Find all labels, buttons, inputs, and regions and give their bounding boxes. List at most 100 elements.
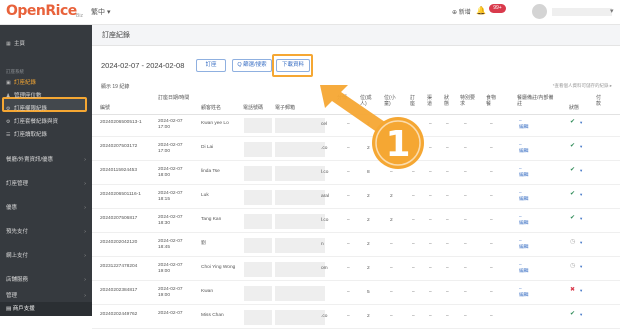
sidebar-group-services[interactable]: 店舗服務 › [0, 273, 92, 287]
status-icon[interactable]: ✔ [570, 166, 575, 173]
table-row[interactable]: 20240206500513-1 2024-02-07 17:00 Kwan yee… [92, 116, 620, 137]
chevron-right-icon: › [84, 277, 86, 283]
gear-icon: ⚙ [6, 106, 11, 112]
booking-datetime: 2024-02-07 [158, 311, 183, 316]
status-icon[interactable]: ✔ [570, 142, 575, 149]
table-row[interactable]: 20240202384817 2024-02-07 19:00 Kwan – 5 – – – –… [92, 284, 620, 305]
booking-cell: – [412, 242, 415, 247]
sidebar-group-prepay[interactable]: 預先支付 › [0, 225, 92, 239]
phone-redacted [244, 166, 272, 181]
status-dropdown-icon[interactable]: ▾ [580, 264, 582, 270]
booking-datetime: 2024-02-07 18:45 [158, 239, 183, 250]
email-redacted [275, 286, 325, 301]
email-redacted [275, 214, 325, 229]
booking-id[interactable]: 20240206500513-1 [100, 120, 142, 126]
booking-id[interactable]: 20240202449762 [100, 312, 137, 318]
booking-id[interactable]: 20240202042120 [100, 240, 137, 246]
booking-cell: – [412, 218, 415, 223]
table-row[interactable]: 20231227478204 2024-02-07 19:00 Choi Ying … [92, 260, 620, 281]
new-button[interactable]: ⊕ 新增 [452, 7, 471, 16]
sidebar-item-booking-records[interactable]: ▣ 訂座紀錄 [0, 76, 92, 90]
booking-id[interactable]: 20240207506817 [100, 216, 137, 222]
bell-icon[interactable]: 🔔 [476, 6, 486, 15]
sidebar-group-manage[interactable]: 管理 › [0, 289, 92, 303]
status-dropdown-icon[interactable]: ▾ [580, 168, 582, 174]
status-a-cell: – [446, 170, 449, 175]
sidebar-group-offers[interactable]: 優惠 › [0, 201, 92, 215]
booking-id[interactable]: 20240207503172 [100, 144, 137, 150]
booking-datetime: 2024-02-07 17:00 [158, 119, 183, 130]
remarks-edit-link[interactable]: – 編輯 [519, 263, 529, 275]
remarks-edit-link[interactable]: – 編輯 [519, 167, 529, 179]
booking-id[interactable]: 20240202384817 [100, 288, 137, 294]
th-food: 食物餐 [486, 95, 497, 107]
remarks-edit-link[interactable]: – 編輯 [519, 143, 529, 155]
booking-id[interactable]: 20231227478204 [100, 264, 137, 270]
sidebar-item-seats[interactable]: ♟ 管理座位數 [0, 89, 92, 103]
remarks-edit-link[interactable]: – 編輯 [519, 215, 529, 227]
branch-cell: – [347, 314, 350, 319]
channel-cell: – [429, 146, 432, 151]
th-id[interactable]: 編號 [100, 105, 110, 111]
status-a-cell: – [446, 266, 449, 271]
chevron-right-icon: › [84, 205, 86, 211]
sidebar-item-read-records[interactable]: ☰ 訂座讀取紀錄 [0, 128, 92, 142]
status-icon[interactable]: ✔ [570, 190, 575, 197]
status-icon[interactable]: ✔ [570, 118, 575, 125]
table-row[interactable]: 20240202449762 2024-02-07 Miss Chan .co – 2 – –… [92, 308, 620, 329]
table-row[interactable]: 20240206501116-1 2024-02-07 18:15 Luk aral –… [92, 188, 620, 209]
remarks-edit-link[interactable]: – 編輯 [519, 191, 529, 203]
th-phone: 電話號碼 [243, 105, 264, 111]
branch-cell: – [347, 146, 350, 151]
avatar[interactable] [532, 4, 547, 19]
table-row[interactable]: 20240207503172 2024-02-07 17:00 Di Lai .co –… [92, 140, 620, 161]
table-row[interactable]: 20240202042120 2024-02-07 18:45 劉 n – 2 – – – – – –… [92, 236, 620, 257]
status-dropdown-icon[interactable]: ▾ [580, 192, 582, 198]
table-row[interactable]: 20240207506817 2024-02-07 18:30 Tang Kan l.… [92, 212, 620, 233]
email-redacted [275, 262, 325, 277]
status-dropdown-icon[interactable]: ▾ [580, 216, 582, 222]
status-icon[interactable]: ◷ [570, 238, 575, 245]
openrice-logo[interactable]: OpenRice [6, 3, 77, 19]
th-status: 狀態 [569, 105, 580, 111]
status-a-cell: – [446, 122, 449, 127]
children-count: – [390, 242, 393, 247]
language-select[interactable]: 繁中 ▾ [91, 7, 110, 17]
remarks-edit-link[interactable]: – 編輯 [519, 119, 529, 131]
filter-search-button[interactable]: Q 篩選/搜索 [232, 59, 272, 72]
status-dropdown-icon[interactable]: ▾ [580, 240, 582, 246]
branch-cell: – [347, 170, 350, 175]
status-icon[interactable]: ◷ [570, 262, 575, 269]
booking-id[interactable]: 20240206501116-1 [100, 192, 141, 198]
list-icon: ☰ [6, 132, 11, 138]
sidebar-group-info[interactable]: 餐廳/外賣資訊/優惠 › [0, 153, 92, 167]
status-dropdown-icon[interactable]: ▾ [580, 120, 582, 126]
booking-id[interactable]: 20240115924453 [100, 168, 137, 174]
merchant-support-button[interactable]: ▤ 商戶支援 [0, 302, 92, 316]
download-highlight-box [272, 54, 313, 77]
status-dropdown-icon[interactable]: ▾ [580, 312, 582, 318]
sidebar-item-permissions[interactable]: ⚙ 訂座權限紀錄 [0, 102, 92, 116]
status-dropdown-icon[interactable]: ▾ [580, 288, 582, 294]
username-redacted[interactable] [552, 8, 612, 16]
sidebar-item-home[interactable]: ▦ 主頁 [0, 37, 92, 51]
th-name: 顧客姓名 [201, 105, 222, 111]
home-icon: ▦ [6, 41, 11, 47]
th-datetime[interactable]: 訂座日期/時間 [158, 95, 194, 101]
booking-button[interactable]: 訂座 [196, 59, 226, 72]
sidebar-group-booking[interactable]: 訂座管理 › [0, 177, 92, 191]
chevron-down-icon[interactable]: ▾ [610, 7, 614, 15]
support-icon: ▤ [6, 306, 13, 312]
remarks-edit-link[interactable]: – 編輯 [519, 287, 529, 299]
children-count: – [390, 122, 393, 127]
sidebar-item-packages[interactable]: ⚙ 訂座套餐紀錄與資 [0, 115, 92, 129]
status-icon[interactable]: ✔ [570, 214, 575, 221]
date-range-picker[interactable]: 2024-02-07 - 2024-02-08 [101, 61, 184, 70]
table-row[interactable]: 20240115924453 2024-02-07 18:00 linda Tse l… [92, 164, 620, 185]
customer-name: linda Tse [201, 169, 220, 174]
sidebar-group-online-pay[interactable]: 網上支付 › [0, 249, 92, 263]
privacy-note[interactable]: *查看個人資料可儲存的紀錄 ▸ [553, 83, 612, 89]
remarks-edit-link[interactable]: – 編輯 [519, 239, 529, 251]
status-dropdown-icon[interactable]: ▾ [580, 144, 582, 150]
status-icon[interactable]: ✖ [570, 286, 575, 293]
